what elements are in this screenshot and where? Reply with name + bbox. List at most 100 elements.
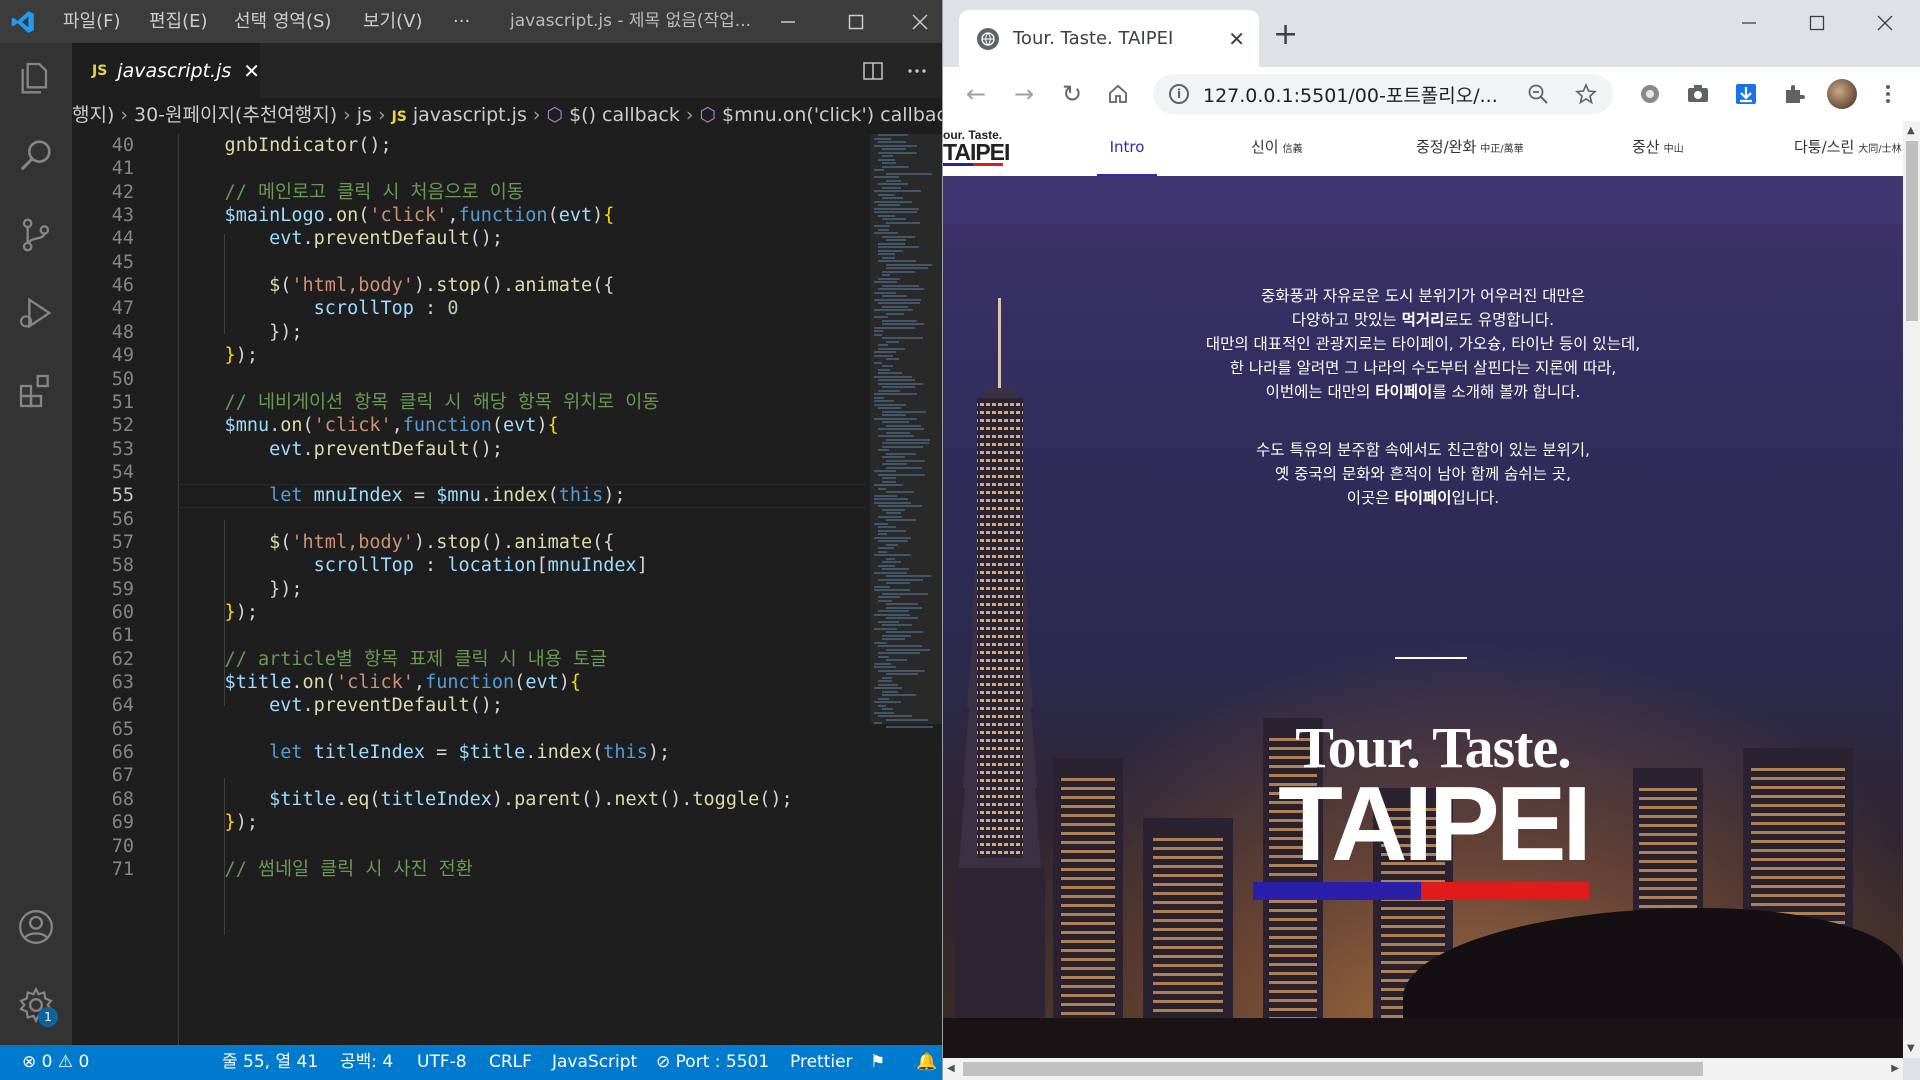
code-line[interactable]: 67 [72,764,870,787]
maximize-button[interactable] [828,0,884,43]
code-line[interactable]: 49 }); [72,344,870,367]
problems-indicator[interactable]: ⊗ 0 ⚠ 0 [22,1045,89,1080]
code-line[interactable]: 70 [72,835,870,858]
profile-button[interactable] [1827,79,1857,109]
code-line[interactable]: 45 [72,251,870,274]
code-line[interactable]: 47 scrollTop : 0 [72,297,870,320]
extension-camera[interactable] [1683,79,1713,109]
manage-button[interactable]: 1 [14,983,58,1027]
code-line[interactable]: 65 [72,718,870,741]
code-line[interactable]: 48 }); [72,321,870,344]
horizontal-scroll-thumb[interactable] [963,1062,1703,1076]
cursor-position[interactable]: 줄 55, 열 41 [222,1045,318,1080]
breadcrumb-click-callback[interactable]: $mnu.on('click') callbac [722,104,942,126]
info-icon[interactable]: i [1169,84,1189,104]
code-line[interactable]: 51 // 네비게이션 항목 클릭 시 해당 항목 위치로 이동 [72,391,870,414]
menu-view[interactable]: 보기(V) [363,0,422,43]
minimize-button[interactable] [760,0,816,43]
forward-button[interactable]: → [1007,77,1041,111]
code-line[interactable]: 59 }); [72,578,870,601]
more-actions-button[interactable] [906,43,928,98]
code-line[interactable]: 56 [72,508,870,531]
nav-item-zhongshan[interactable]: 중산 中山 [1632,121,1684,176]
breadcrumb-folder-parent[interactable]: 행지) [72,104,114,126]
nav-item-zhongzheng[interactable]: 중정/완화 中正/萬華 [1416,121,1524,176]
code-line[interactable]: 43 $mainLogo.on('click',function(evt){ [72,204,870,227]
accounts-button[interactable] [14,905,58,949]
minimize-button[interactable] [1715,0,1783,45]
split-editor-button[interactable] [862,43,884,98]
code-line[interactable]: 52 $mnu.on('click',function(evt){ [72,414,870,437]
extension-download[interactable] [1731,79,1761,109]
code-line[interactable]: 61 [72,624,870,647]
code-line[interactable]: 40 gnbIndicator(); [72,134,870,157]
home-button[interactable] [1101,77,1135,111]
code-line[interactable]: 46 $('html,body').stop().animate({ [72,274,870,297]
extensions-button[interactable] [14,369,58,413]
breadcrumb-callback[interactable]: $() callback [569,104,680,126]
extensions-button[interactable] [1779,79,1809,109]
scroll-up-icon[interactable]: ▲ [1907,125,1915,136]
maximize-button[interactable] [1783,0,1851,45]
code-line[interactable]: 54 [72,461,870,484]
vertical-scrollbar[interactable]: ▲ ▼ [1903,121,1920,1058]
menu-button[interactable] [1873,79,1903,109]
code-line[interactable]: 62 // article별 항목 표제 클릭 시 내용 토글 [72,648,870,671]
tab-close-icon[interactable]: ✕ [1228,27,1245,51]
nav-item-datong[interactable]: 다퉁/스린 大同/士林 [1794,121,1902,176]
browser-tab[interactable]: Tour. Taste. TAIPEI ✕ [959,10,1259,67]
prettier-status[interactable]: Prettier [790,1045,853,1080]
menu-file[interactable]: 파일(F) [63,0,121,43]
code-line[interactable]: 57 $('html,body').stop().animate({ [72,531,870,554]
reload-button[interactable]: ↻ [1055,77,1089,111]
run-debug-button[interactable] [14,291,58,335]
code-line[interactable]: 66 let titleIndex = $title.index(this); [72,741,870,764]
live-server-port[interactable]: ⊘ Port : 5501 [656,1045,769,1080]
bookmark-button[interactable] [1571,79,1601,109]
code-line[interactable]: 68 $title.eq(titleIndex).parent().next()… [72,788,870,811]
menu-more[interactable]: ··· [453,0,470,43]
code-line[interactable]: 69 }); [72,811,870,834]
tab-close-icon[interactable]: ✕ [243,59,260,83]
code-line[interactable]: 55 let mnuIndex = $mnu.index(this); [72,484,870,507]
code-line[interactable]: 58 scrollTop : location[mnuIndex] [72,554,870,577]
notifications-icon[interactable]: 🔔 [916,1045,937,1080]
code-line[interactable]: 63 $title.on('click',function(evt){ [72,671,870,694]
feedback-icon[interactable]: ⚑ [870,1045,885,1080]
indentation[interactable]: 공백: 4 [340,1045,393,1080]
code-line[interactable]: 50 [72,368,870,391]
scroll-down-icon[interactable]: ▼ [1907,1043,1915,1054]
minimap[interactable] [870,134,942,1045]
nav-item-intro[interactable]: Intro [1097,121,1157,176]
vertical-scroll-thumb[interactable] [1906,141,1918,321]
tab-javascript-js[interactable]: JS javascript.js ✕ [72,43,260,98]
language-mode[interactable]: JavaScript [552,1045,637,1080]
source-control-button[interactable] [14,213,58,257]
page-viewport[interactable]: our. Taste. TAIPEI Intro 신이 信義 중정/완화 中正/萬華… [943,121,1903,1058]
code-line[interactable]: 42 // 메인로고 클릭 시 처음으로 이동 [72,181,870,204]
new-tab-button[interactable]: + [1273,20,1298,50]
encoding[interactable]: UTF-8 [417,1045,467,1080]
back-button[interactable]: ← [959,77,993,111]
close-window-button[interactable] [898,0,942,43]
zoom-button[interactable] [1523,79,1553,109]
code-line[interactable]: 44 evt.preventDefault(); [72,227,870,250]
close-window-button[interactable] [1851,0,1919,45]
end-of-line[interactable]: CRLF [489,1045,532,1080]
code-line[interactable]: 41 [72,157,870,180]
breadcrumb-js-folder[interactable]: js [357,104,372,126]
scroll-left-icon[interactable]: ◀ [947,1063,955,1074]
explorer-button[interactable] [14,57,58,101]
menu-edit[interactable]: 편집(E) [149,0,208,43]
menu-selection[interactable]: 선택 영역(S) [234,0,331,43]
site-logo[interactable]: our. Taste. TAIPEI [943,129,1013,169]
extension-gear[interactable] [1635,79,1665,109]
scroll-right-icon[interactable]: ▶ [1891,1063,1899,1074]
search-button[interactable] [14,133,58,177]
code-line[interactable]: 71 // 썸네일 클릭 시 사진 전환 [72,858,870,881]
code-line[interactable]: 64 evt.preventDefault(); [72,694,870,717]
code-line[interactable]: 53 evt.preventDefault(); [72,438,870,461]
horizontal-scrollbar[interactable]: ◀ ▶ [943,1058,1903,1080]
nav-item-xinyi[interactable]: 신이 信義 [1251,121,1303,176]
code-editor[interactable]: 40 gnbIndicator(); 41 42 // 메인로고 클릭 시 처음으로… [72,134,870,1045]
